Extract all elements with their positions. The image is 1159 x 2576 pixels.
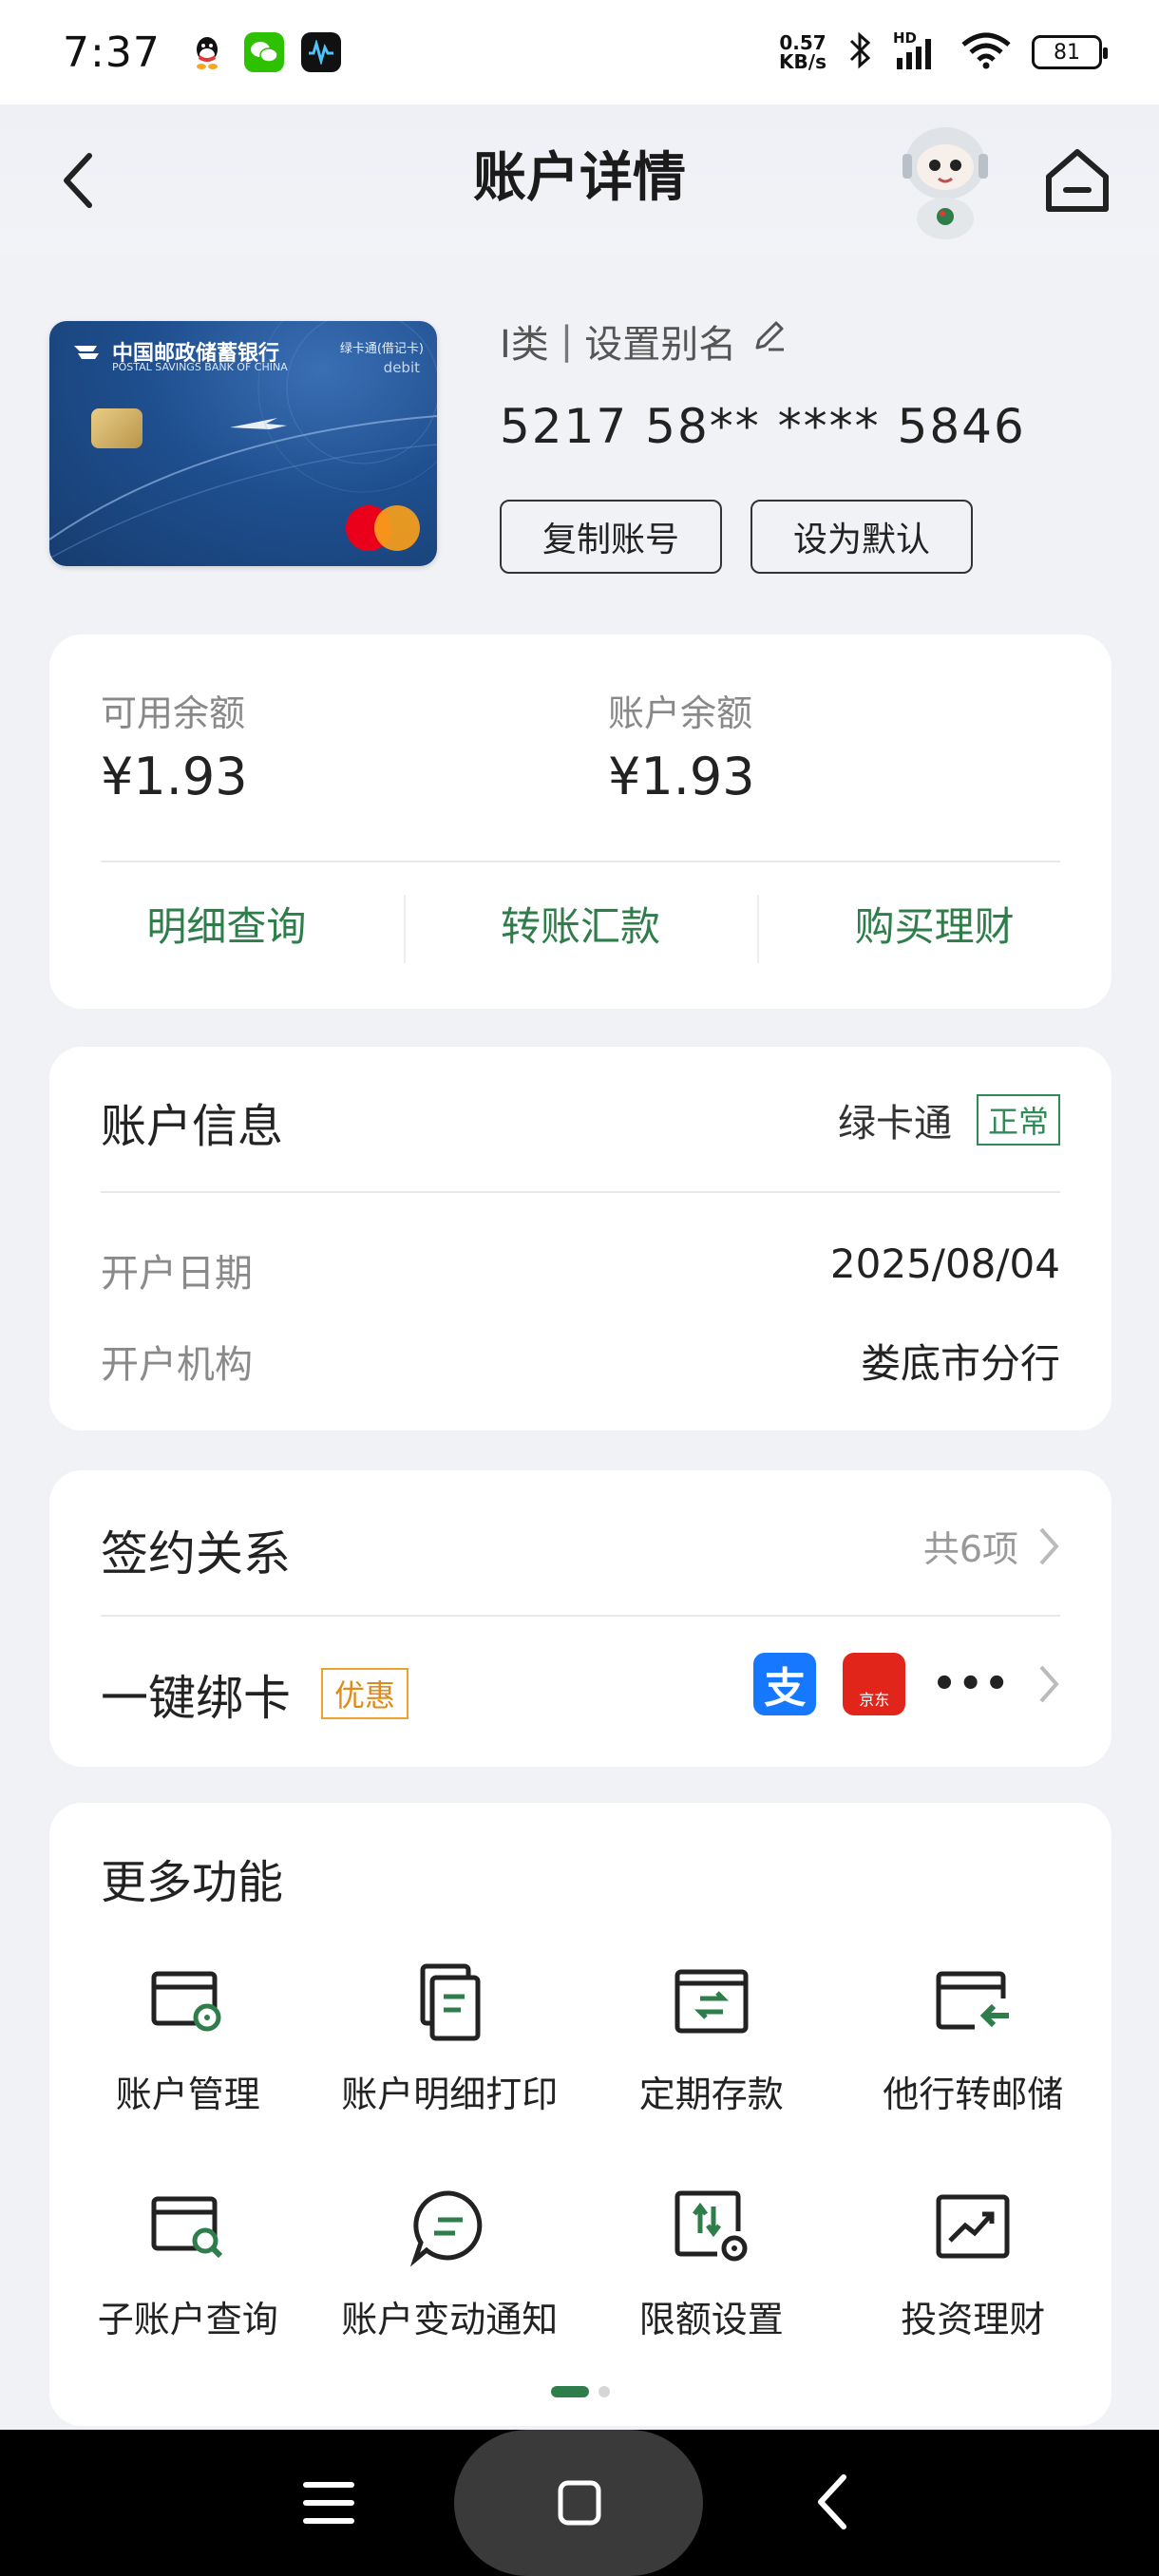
- function-label: 子账户查询: [97, 2299, 278, 2340]
- card-gear-icon: [151, 1971, 221, 2032]
- branch-value: 娄底市分行: [860, 1340, 1060, 1387]
- deposit-transfer-icon: [674, 1969, 749, 2034]
- square-home-icon[interactable]: [557, 2479, 602, 2527]
- copy-account-button[interactable]: 复制账号: [500, 500, 722, 574]
- function-account-management[interactable]: 账户管理: [57, 1959, 319, 2117]
- battery-level: 81: [1054, 40, 1080, 65]
- page-dot-active: [551, 2386, 589, 2397]
- set-default-button[interactable]: 设为默认: [750, 500, 973, 574]
- product-name: 绿卡通: [837, 1102, 952, 1146]
- edit-pencil-icon[interactable]: [750, 317, 788, 365]
- alipay-icon: 支: [753, 1653, 817, 1715]
- available-balance-label: 可用余额: [101, 692, 246, 734]
- function-label: 投资理财: [901, 2299, 1046, 2340]
- account-info-panel: 账户信息 绿卡通 正常 开户日期 2025/08/04 开户机构 娄底市分行: [49, 1047, 1112, 1430]
- signing-panel: 签约关系 共6项 一键绑卡 优惠 支 京东 •••: [49, 1470, 1112, 1767]
- open-date-label: 开户日期: [101, 1252, 253, 1296]
- card-alias-row: I类 | 设置别名: [500, 313, 788, 369]
- net-speed: 0.57 KB/s: [779, 33, 826, 71]
- battery-indicator: 81: [1032, 35, 1108, 69]
- divider: [101, 1615, 1060, 1617]
- wechat-icon: [243, 32, 284, 72]
- account-product: 绿卡通 正常: [838, 1092, 1060, 1147]
- page-indicator: [49, 2386, 1112, 2397]
- function-label: 定期存款: [638, 2074, 784, 2115]
- home-button[interactable]: [1041, 142, 1113, 218]
- buy-wealth-button[interactable]: 购买理财: [757, 861, 1112, 986]
- function-grid: 账户管理 账户明细打印 定期存款 他行转邮储 子账户查询 账户变动通知 限额设置: [49, 1959, 1112, 2342]
- trend-chart-icon: [936, 2194, 1010, 2259]
- page-header: 账户详情: [0, 104, 1159, 256]
- balance-actions: 明细查询 转账汇款 购买理财: [49, 861, 1112, 986]
- wifi-icon: [960, 31, 1013, 73]
- promo-badge: 优惠: [321, 1668, 409, 1719]
- function-label: 账户明细打印: [341, 2074, 559, 2115]
- alias-separator: |: [560, 319, 574, 363]
- bluetooth-icon: [846, 31, 874, 73]
- signal-icon: HD: [893, 29, 940, 71]
- chat-bubble-icon: [410, 2190, 483, 2267]
- function-label: 账户变动通知: [341, 2299, 559, 2340]
- more-functions-panel: 更多功能 账户管理 账户明细打印 定期存款 他行转邮储 子账户查询 账户变动通知: [49, 1803, 1112, 2426]
- account-balance-label: 账户余额: [608, 692, 753, 734]
- account-info-title: 账户信息: [101, 1100, 284, 1153]
- system-nav-bar: [0, 2430, 1159, 2576]
- status-badge: 正常: [976, 1094, 1060, 1146]
- chevron-right-icon: [1039, 1527, 1059, 1564]
- net-speed-value: 0.57: [779, 31, 826, 54]
- qq-icon: [187, 32, 227, 72]
- branch-label: 开户机构: [101, 1343, 253, 1387]
- function-limit-settings[interactable]: 限额设置: [580, 2184, 843, 2342]
- chevron-right-icon: [1039, 1665, 1059, 1703]
- function-label: 限额设置: [638, 2299, 784, 2340]
- account-balance-value: ¥1.93: [608, 747, 755, 806]
- card-summary: 中国邮政储蓄银行 POSTAL SAVINGS BANK OF CHINA 绿卡…: [0, 256, 1159, 608]
- status-time: 7:37: [63, 28, 161, 77]
- assistant-mascot-icon[interactable]: [893, 118, 998, 241]
- nav-back-icon[interactable]: [813, 2472, 851, 2532]
- card-number: 5217 58** **** 5846: [500, 399, 1026, 454]
- transfer-button[interactable]: 转账汇款: [403, 861, 758, 986]
- menu-icon[interactable]: [302, 2477, 355, 2529]
- signing-count: 共6项: [922, 1528, 1018, 1570]
- transaction-query-button[interactable]: 明细查询: [49, 861, 404, 986]
- function-interbank-transfer[interactable]: 他行转邮储: [843, 1959, 1105, 2117]
- more-dots-icon: •••: [932, 1662, 1011, 1706]
- net-speed-unit: KB/s: [779, 50, 826, 73]
- account-class: I类: [500, 323, 549, 367]
- function-investment[interactable]: 投资理财: [843, 2184, 1105, 2342]
- document-list-icon: [420, 1963, 481, 2041]
- bank-card-image: 中国邮政储蓄银行 POSTAL SAVINGS BANK OF CHINA 绿卡…: [49, 321, 437, 566]
- card-search-icon: [151, 2196, 222, 2259]
- status-app-icons: [187, 32, 341, 72]
- more-functions-title: 更多功能: [101, 1856, 284, 1909]
- available-balance-value: ¥1.93: [101, 747, 248, 806]
- function-label: 他行转邮储: [883, 2074, 1064, 2115]
- quick-bind-platforms[interactable]: 支 京东 •••: [753, 1653, 1060, 1715]
- open-date-value: 2025/08/04: [829, 1241, 1060, 1287]
- page-dot: [598, 2386, 610, 2397]
- signing-title[interactable]: 签约关系: [101, 1516, 291, 1584]
- mastercard-logo-icon: [346, 505, 420, 551]
- function-fixed-deposit[interactable]: 定期存款: [580, 1959, 843, 2117]
- signing-count-link[interactable]: 共6项: [923, 1520, 1060, 1572]
- status-bar: 7:37 0.57 KB/s HD 81: [0, 0, 1159, 104]
- function-change-notice[interactable]: 账户变动通知: [319, 2184, 581, 2342]
- function-statement-print[interactable]: 账户明细打印: [319, 1959, 581, 2117]
- limit-settings-icon: [674, 2190, 748, 2262]
- function-subaccount-query[interactable]: 子账户查询: [57, 2184, 319, 2342]
- card-arrow-in-icon: [936, 1971, 1010, 2030]
- function-label: 账户管理: [115, 2074, 260, 2115]
- jd-icon: 京东: [843, 1653, 906, 1715]
- quick-bind-title[interactable]: 一键绑卡: [101, 1660, 291, 1729]
- balance-panel: 可用余额 ¥1.93 账户余额 ¥1.93 明细查询 转账汇款 购买理财: [49, 635, 1112, 1009]
- set-alias-link[interactable]: 设置别名: [584, 313, 736, 369]
- divider: [101, 1191, 1060, 1193]
- waveform-app-icon: [300, 32, 341, 72]
